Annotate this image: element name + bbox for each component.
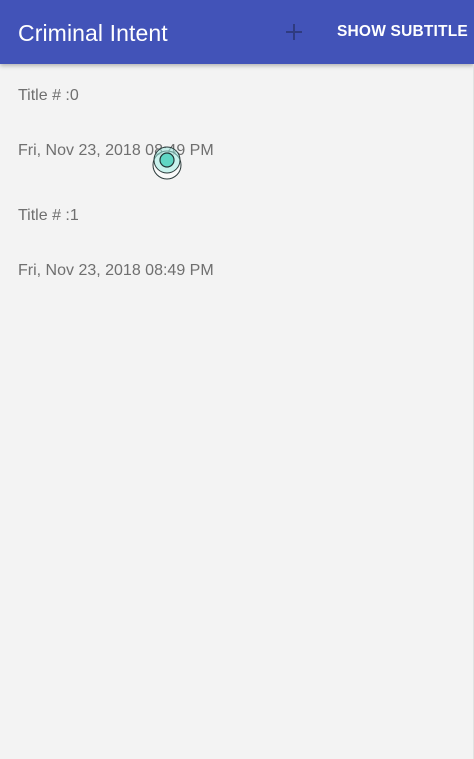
plus-icon	[286, 24, 302, 40]
crime-date: Fri, Nov 23, 2018 08:49 PM	[18, 262, 214, 279]
crime-list: Title # :0 Fri, Nov 23, 2018 08:49 PM Ti…	[0, 64, 474, 304]
app-bar: Criminal Intent SHOW SUBTITLE	[0, 0, 474, 64]
crime-date: Fri, Nov 23, 2018 08:49 PM	[18, 142, 214, 159]
app-title: Criminal Intent	[18, 20, 168, 46]
show-subtitle-button[interactable]: SHOW SUBTITLE	[330, 16, 474, 48]
crime-title: Title # :1	[18, 207, 79, 224]
crime-title: Title # :0	[18, 87, 79, 104]
crime-list-item[interactable]: Title # :1 Fri, Nov 23, 2018 08:49 PM	[0, 184, 474, 304]
crime-list-item[interactable]: Title # :0 Fri, Nov 23, 2018 08:49 PM	[0, 64, 474, 184]
add-crime-button[interactable]	[280, 18, 308, 46]
